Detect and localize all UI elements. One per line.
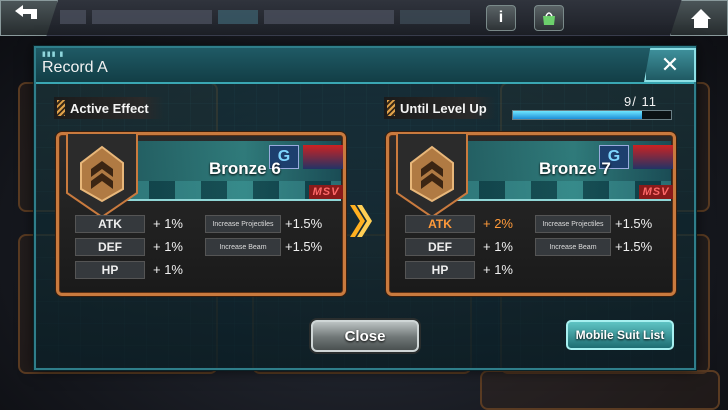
- shop-button[interactable]: [534, 5, 564, 31]
- shop-icon: [543, 12, 555, 25]
- blurred-name: [400, 10, 470, 24]
- modal-header: ▮▮▮ ▮ Record A: [36, 48, 694, 84]
- stat-beam-label: Increase Beam: [535, 238, 611, 256]
- stat-def-label: DEF: [405, 238, 475, 256]
- msv-logo: MSV: [309, 185, 343, 199]
- close-x-icon: ✕: [660, 52, 680, 77]
- stripe-icon: [57, 100, 65, 116]
- stat-projectiles-label: Increase Projectiles: [535, 215, 611, 233]
- info-icon: i: [498, 9, 504, 26]
- blurred-name: [92, 10, 212, 24]
- stat-projectiles-value: +1.5%: [615, 216, 653, 231]
- back-button[interactable]: [0, 0, 58, 36]
- level-progress-bar: [512, 110, 672, 120]
- info-button[interactable]: i: [486, 5, 516, 31]
- current-rank-card: G MSV Bronze 6 ATK + 1% DEF + 1% HP + 1%…: [56, 132, 346, 296]
- home-button[interactable]: [670, 0, 728, 36]
- active-effect-text: Active Effect: [70, 100, 149, 116]
- next-rank-card: G MSV Bronze 7 ATK + 2% DEF + 1% HP + 1%…: [386, 132, 676, 296]
- record-modal: ▮▮▮ ▮ Record A ✕ Active Effect Until Lev…: [34, 46, 696, 370]
- top-bar: i: [0, 0, 728, 36]
- bronze-rank-emblem-icon: [396, 133, 468, 217]
- stripe-icon: [387, 100, 395, 116]
- stat-hp-value: + 1%: [153, 262, 183, 277]
- stat-hp-label: HP: [75, 261, 145, 279]
- level-up-text: Until Level Up: [400, 100, 487, 116]
- bronze-rank-emblem-icon: [66, 133, 138, 217]
- close-button[interactable]: Close: [311, 320, 419, 352]
- stat-hp-label: HP: [405, 261, 475, 279]
- stat-atk-value: + 1%: [153, 216, 183, 231]
- stat-atk-label: ATK: [405, 215, 475, 233]
- close-x-button[interactable]: ✕: [644, 48, 696, 82]
- home-icon: [691, 9, 711, 28]
- chevron-right-icon: [350, 205, 372, 237]
- blurred-name: [60, 10, 86, 24]
- stat-beam-label: Increase Beam: [205, 238, 281, 256]
- stat-beam-value: +1.5%: [285, 239, 323, 254]
- series-logo: [303, 145, 343, 169]
- blurred-name: [218, 10, 258, 24]
- stat-projectiles-label: Increase Projectiles: [205, 215, 281, 233]
- back-arrow-icon: [15, 5, 37, 19]
- blurred-name: [264, 10, 394, 24]
- stat-atk-value: + 2%: [483, 216, 513, 231]
- background-card: [480, 370, 720, 410]
- stat-hp-value: + 1%: [483, 262, 513, 277]
- header-tag: ▮▮▮ ▮: [42, 51, 65, 58]
- modal-title: Record A: [42, 59, 108, 76]
- level-up-label: Until Level Up: [384, 97, 496, 119]
- level-progress-count: 9/ 11: [624, 94, 657, 109]
- current-rank-name: Bronze 6: [209, 159, 281, 178]
- series-logo: [633, 145, 673, 169]
- stat-def-value: + 1%: [483, 239, 513, 254]
- stat-atk-label: ATK: [75, 215, 145, 233]
- level-progress-fill: [513, 111, 643, 119]
- msv-logo: MSV: [639, 185, 673, 199]
- next-rank-name: Bronze 7: [539, 159, 611, 178]
- stat-def-value: + 1%: [153, 239, 183, 254]
- stat-projectiles-value: +1.5%: [285, 216, 323, 231]
- active-effect-label: Active Effect: [54, 97, 164, 119]
- mobile-suit-list-button[interactable]: Mobile Suit List: [566, 320, 674, 350]
- stat-def-label: DEF: [75, 238, 145, 256]
- stat-beam-value: +1.5%: [615, 239, 653, 254]
